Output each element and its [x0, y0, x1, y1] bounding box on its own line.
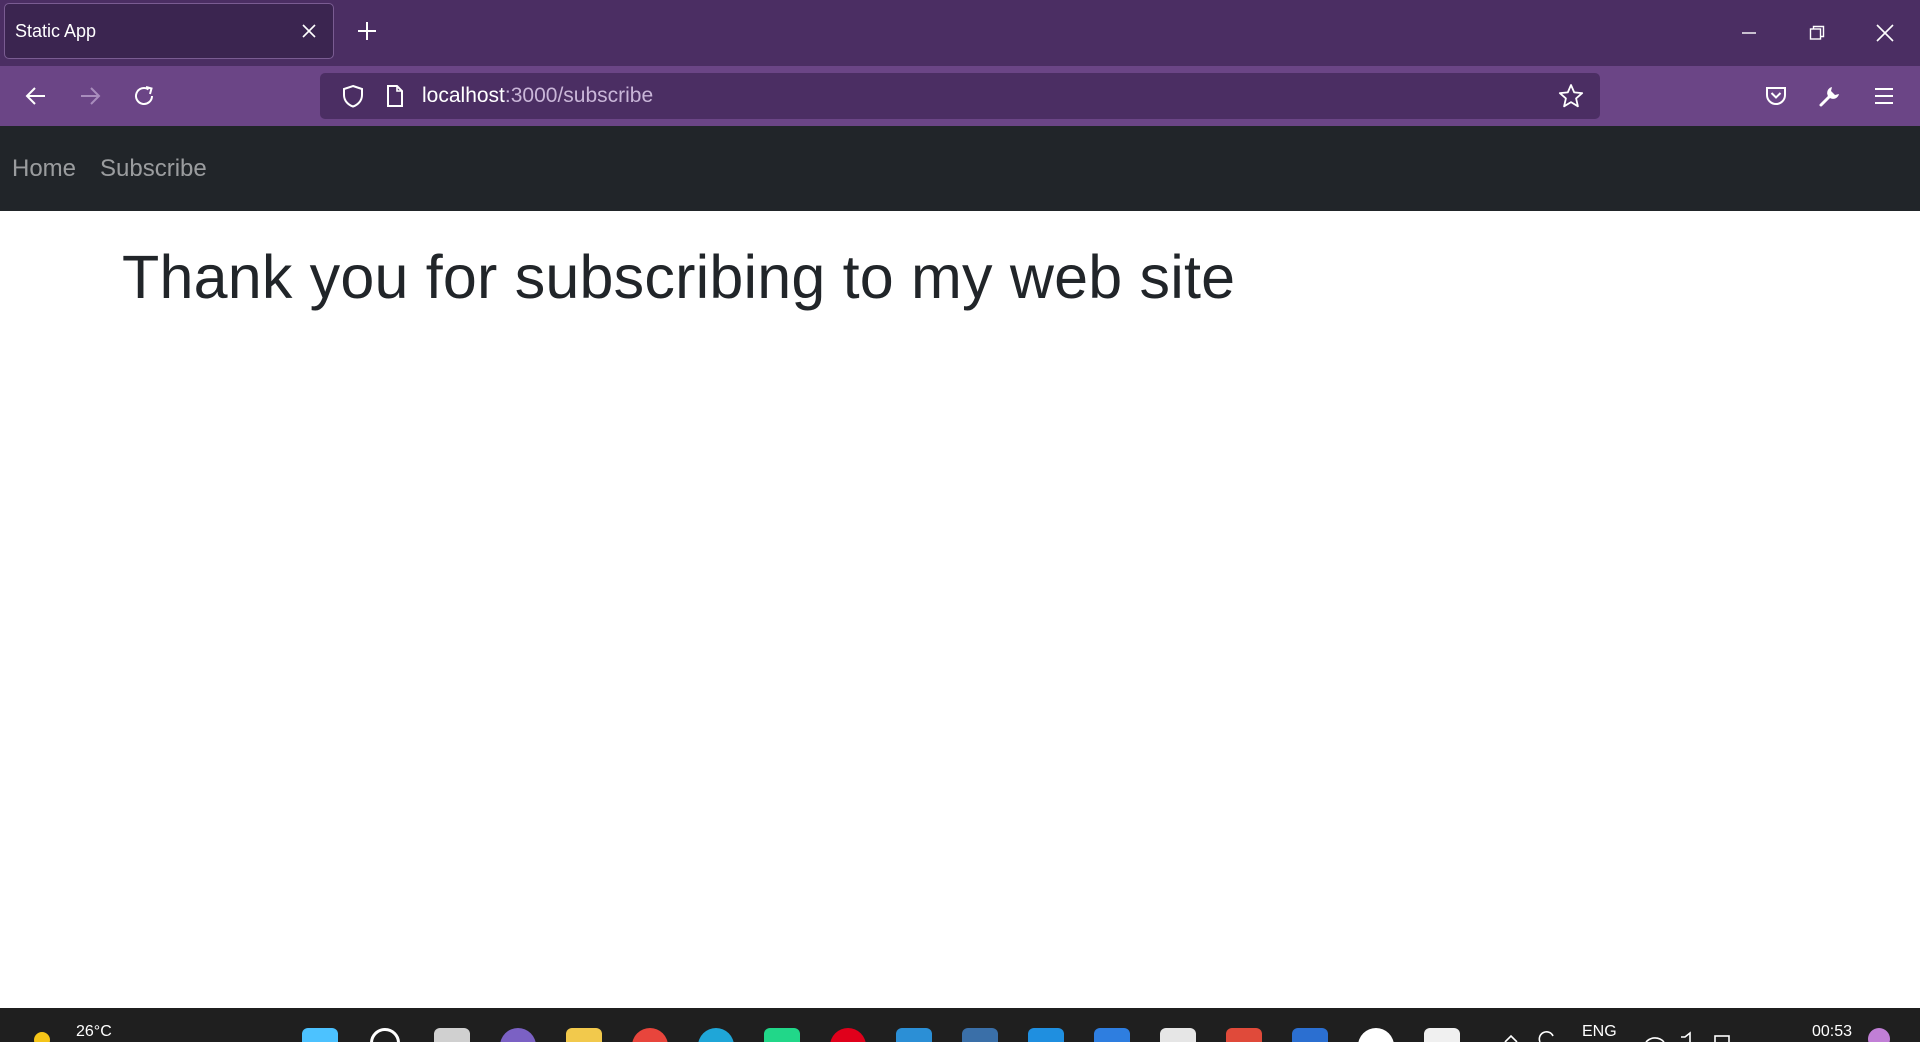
clock-time[interactable]: 00:53	[1812, 1023, 1852, 1041]
nav-link-subscribe[interactable]: Subscribe	[100, 155, 207, 183]
tab-strip: Static App	[0, 0, 1920, 66]
wifi-icon[interactable]	[1644, 1028, 1666, 1042]
store-icon[interactable]	[1160, 1028, 1196, 1042]
reload-icon[interactable]	[124, 76, 164, 116]
search-icon[interactable]	[370, 1028, 400, 1042]
close-window-icon[interactable]	[1862, 10, 1908, 56]
shield-icon[interactable]	[340, 83, 366, 109]
chat-icon[interactable]	[500, 1028, 536, 1042]
wrench-icon[interactable]	[1810, 76, 1850, 116]
app-icon[interactable]	[1358, 1028, 1394, 1042]
site-navbar: Home Subscribe	[0, 126, 1920, 211]
browser-window: Static App localhost:3000/subscribe Home…	[0, 0, 1920, 1042]
menu-icon[interactable]	[1864, 76, 1904, 116]
calendar-icon[interactable]	[1424, 1028, 1460, 1042]
photos-icon[interactable]	[1028, 1028, 1064, 1042]
start-icon[interactable]	[302, 1028, 338, 1042]
task-view-icon[interactable]	[434, 1028, 470, 1042]
chrome-icon[interactable]	[632, 1028, 668, 1042]
url-text[interactable]: localhost:3000/subscribe	[422, 84, 1556, 108]
office-icon[interactable]	[1226, 1028, 1262, 1042]
forward-arrow-icon[interactable]	[70, 76, 110, 116]
page-icon	[384, 84, 406, 108]
volume-muted-icon[interactable]	[1678, 1028, 1700, 1042]
tab-title: Static App	[15, 20, 97, 41]
vscode-icon[interactable]	[896, 1028, 932, 1042]
url-host: localhost	[422, 84, 505, 107]
restore-icon[interactable]	[1794, 10, 1840, 56]
battery-icon[interactable]	[1712, 1028, 1734, 1042]
sync-icon[interactable]	[1536, 1028, 1558, 1042]
new-tab-button[interactable]	[350, 14, 384, 48]
language-indicator[interactable]: ENG	[1582, 1023, 1617, 1041]
browser-toolbar: localhost:3000/subscribe	[0, 66, 1920, 126]
url-bar[interactable]: localhost:3000/subscribe	[320, 73, 1600, 119]
snipping-tool-icon[interactable]	[962, 1028, 998, 1042]
opera-icon[interactable]	[830, 1028, 866, 1042]
pocket-icon[interactable]	[1756, 76, 1796, 116]
chevron-up-icon[interactable]	[1500, 1028, 1522, 1042]
tab-static-app[interactable]: Static App	[4, 3, 334, 59]
minimize-icon[interactable]	[1726, 10, 1772, 56]
file-explorer-icon[interactable]	[566, 1028, 602, 1042]
close-icon[interactable]	[293, 15, 325, 47]
taskbar: 26°C ENG 00:53	[0, 1008, 1920, 1042]
pycharm-icon[interactable]	[764, 1028, 800, 1042]
page-heading: Thank you for subscribing to my web site	[122, 243, 1236, 311]
bookmark-star-icon[interactable]	[1556, 81, 1586, 111]
weather-icon[interactable]	[28, 1026, 56, 1042]
url-path: :3000/subscribe	[504, 84, 654, 107]
weather-temperature[interactable]: 26°C	[76, 1023, 112, 1041]
nav-link-home[interactable]: Home	[12, 155, 76, 183]
edge-icon[interactable]	[698, 1028, 734, 1042]
back-arrow-icon[interactable]	[16, 76, 56, 116]
word-icon[interactable]	[1292, 1028, 1328, 1042]
firefox-dev-icon[interactable]	[1094, 1028, 1130, 1042]
page-content: Home Subscribe Thank you for subscribing…	[0, 126, 1920, 1008]
notification-icon[interactable]	[1868, 1028, 1890, 1042]
